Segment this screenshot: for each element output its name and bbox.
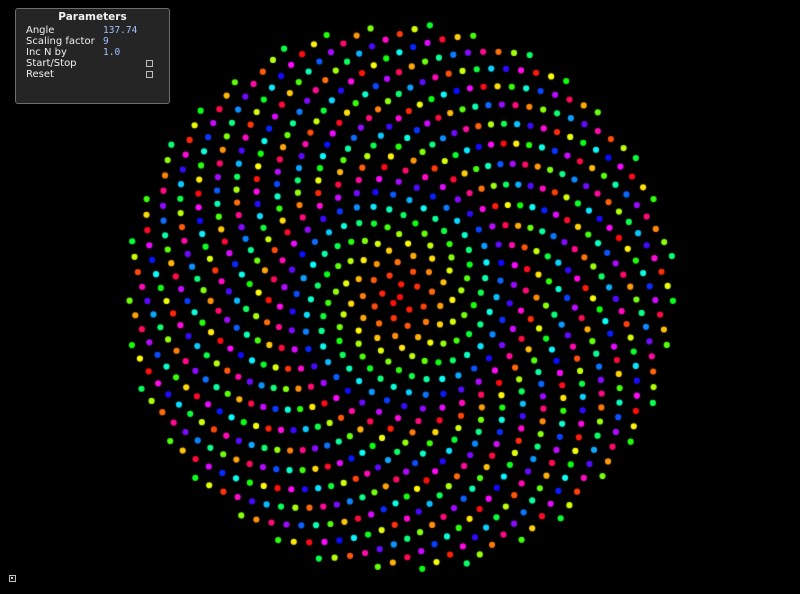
reset-row[interactable]: Reset xyxy=(16,69,169,80)
start-stop-row[interactable]: Start/Stop xyxy=(16,58,169,69)
reset-checkbox[interactable] xyxy=(146,71,153,78)
inc-n-by-value[interactable]: 1.0 xyxy=(103,47,120,58)
angle-label: Angle xyxy=(26,25,55,36)
parameters-panel: Parameters Angle 137.74 Scaling factor 9… xyxy=(15,8,170,104)
reset-label: Reset xyxy=(26,69,54,80)
gui-toggle-icon[interactable] xyxy=(9,575,16,582)
scaling-factor-value[interactable]: 9 xyxy=(103,36,109,47)
angle-row[interactable]: Angle 137.74 xyxy=(16,25,169,36)
scaling-factor-row[interactable]: Scaling factor 9 xyxy=(16,36,169,47)
start-stop-label: Start/Stop xyxy=(26,58,77,69)
panel-title[interactable]: Parameters xyxy=(16,9,169,25)
start-stop-checkbox[interactable] xyxy=(146,60,153,67)
inc-n-by-label: Inc N by xyxy=(26,47,67,58)
scaling-factor-label: Scaling factor xyxy=(26,36,95,47)
inc-n-by-row[interactable]: Inc N by 1.0 xyxy=(16,47,169,58)
angle-value[interactable]: 137.74 xyxy=(103,25,137,36)
